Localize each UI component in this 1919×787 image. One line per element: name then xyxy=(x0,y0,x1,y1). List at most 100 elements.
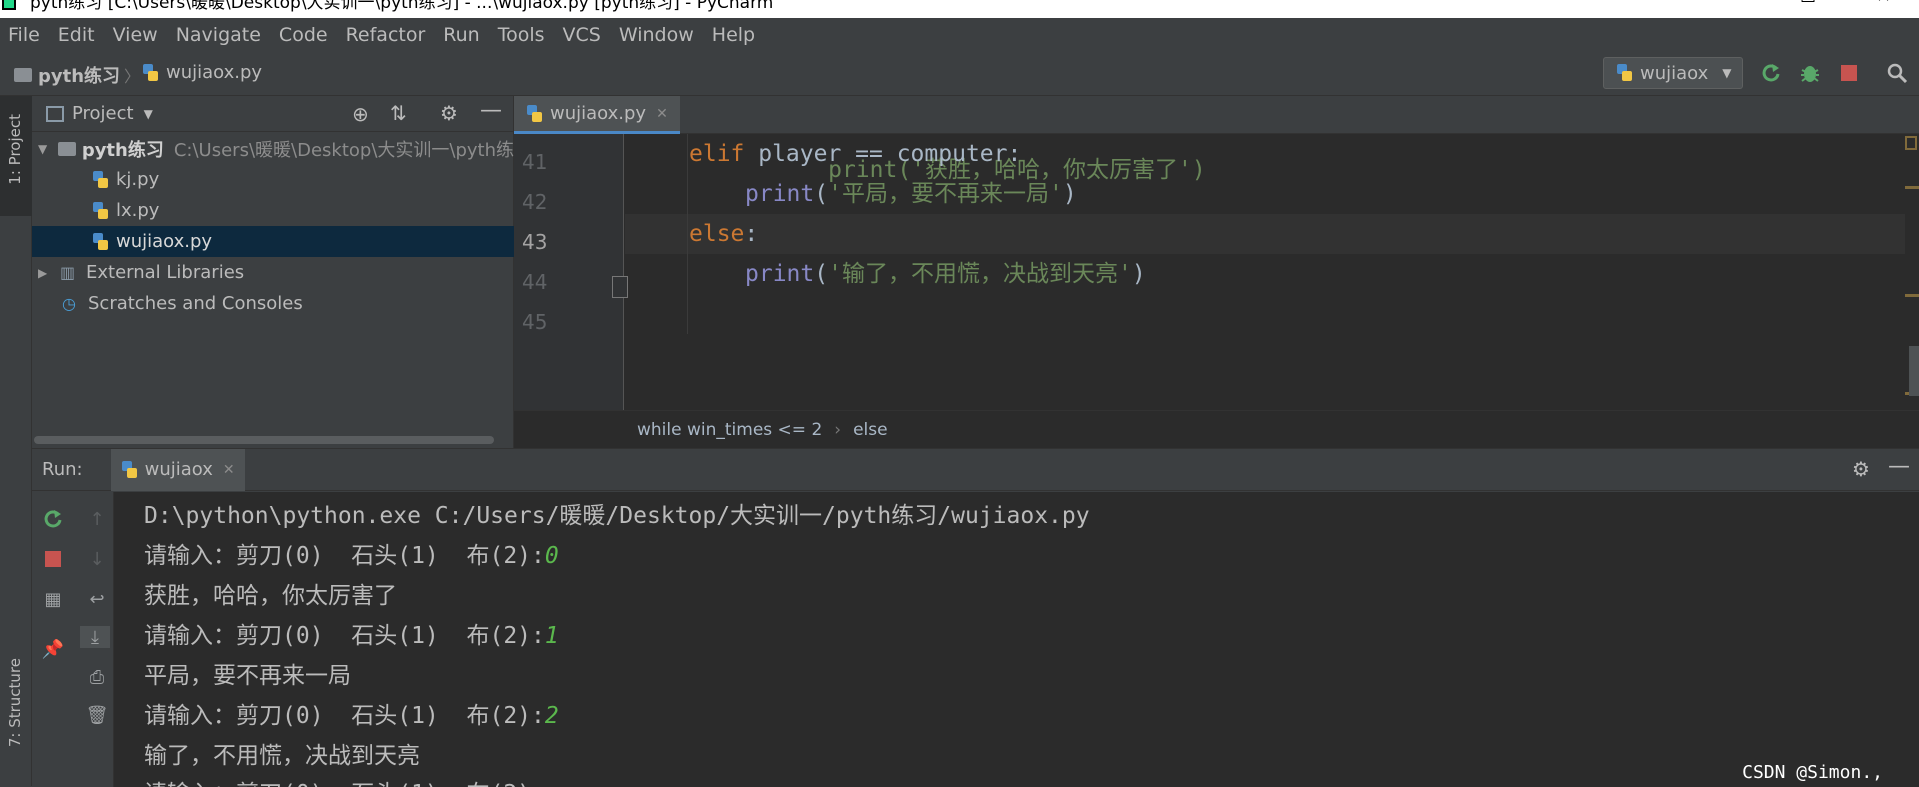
code-paren: ( xyxy=(814,261,829,287)
hide-icon[interactable]: — xyxy=(480,98,502,123)
code-builtin: print xyxy=(745,181,815,207)
breadcrumb-else[interactable]: else xyxy=(853,420,888,440)
expand-arrow-icon[interactable]: ▼ xyxy=(38,142,52,156)
code-string: '输了，不用慌，决战到天亮' xyxy=(828,261,1132,287)
rerun-icon[interactable] xyxy=(42,508,64,530)
run-config-select[interactable]: wujiaox ▼ xyxy=(1603,57,1743,89)
library-icon: ▥ xyxy=(60,263,76,282)
collapse-all-icon[interactable]: ⇅ xyxy=(390,101,407,125)
hide-icon[interactable]: — xyxy=(1888,454,1910,479)
console-partial-line: 请输入：剪刀(0) 石头(1) 布(2): xyxy=(144,774,545,787)
horizontal-scrollbar[interactable] xyxy=(34,436,494,444)
menu-window[interactable]: Window xyxy=(619,24,694,46)
run-panel-header: Run: wujiaox ✕ ⚙ — xyxy=(32,448,1919,491)
tree-external-label: External Libraries xyxy=(86,262,245,283)
layout-icon[interactable]: ▦ xyxy=(42,588,64,610)
editor-tabs: wujiaox.py ✕ xyxy=(514,96,1919,134)
run-config-label: wujiaox xyxy=(1640,62,1709,84)
console-prompt: 请输入：剪刀(0) 石头(1) 布(2): xyxy=(144,543,545,569)
print-icon[interactable]: ⎙ xyxy=(86,666,108,688)
close-tab-icon[interactable]: ✕ xyxy=(656,106,668,122)
breadcrumb-while[interactable]: while win_times <= 2 xyxy=(637,420,822,440)
tree-file-label: kj.py xyxy=(116,169,160,190)
folder-icon xyxy=(57,141,76,156)
line-number: 41 xyxy=(522,150,548,174)
pin-icon[interactable]: 📌 xyxy=(42,638,64,660)
pycharm-app-icon xyxy=(2,0,16,10)
locate-icon[interactable]: ⊕ xyxy=(352,102,369,126)
soft-wrap-icon[interactable]: ↩ xyxy=(86,588,108,610)
editor-tab-wujiaox[interactable]: wujiaox.py ✕ xyxy=(514,96,680,134)
rerun-icon[interactable] xyxy=(1760,62,1782,84)
gear-icon[interactable]: ⚙ xyxy=(440,101,458,125)
line-number: 42 xyxy=(522,190,548,214)
run-tab-wujiaox[interactable]: wujiaox ✕ xyxy=(110,448,245,491)
breadcrumb-project[interactable]: pyth练习 xyxy=(14,62,120,88)
console-prompt-line: 请输入：剪刀(0) 石头(1) 布(2):1 xyxy=(144,616,559,650)
console-prompt: 请输入：剪刀(0) 石头(1) 布(2): xyxy=(144,623,545,649)
menu-vcs[interactable]: VCS xyxy=(563,24,601,46)
menu-file[interactable]: File xyxy=(8,24,40,46)
python-icon xyxy=(1616,64,1634,82)
menu-code[interactable]: Code xyxy=(279,24,328,46)
tree-file-lx[interactable]: lx.py xyxy=(32,195,514,226)
python-file-icon xyxy=(92,201,110,220)
tab-project[interactable]: 1: Project xyxy=(6,114,24,185)
error-stripe-icon[interactable] xyxy=(1905,136,1917,150)
line-number: 44 xyxy=(522,270,548,294)
code-paren: ) xyxy=(1062,181,1077,207)
close-icon[interactable]: ✕ xyxy=(1876,0,1891,6)
project-view-icon xyxy=(46,105,64,122)
close-tab-icon[interactable]: ✕ xyxy=(223,462,235,478)
console-input: 0 xyxy=(544,543,559,569)
tree-scratches[interactable]: ◷ Scratches and Consoles xyxy=(32,288,514,319)
indent-guide xyxy=(687,134,688,334)
menu-run[interactable]: Run xyxy=(443,24,479,46)
down-arrow-icon[interactable]: ↓ xyxy=(86,548,108,570)
tree-file-label: wujiaox.py xyxy=(116,231,213,252)
project-panel-title[interactable]: Project xyxy=(72,103,134,124)
python-icon xyxy=(121,460,139,479)
stop-icon[interactable] xyxy=(1838,62,1860,84)
expand-arrow-icon[interactable]: ▶ xyxy=(38,266,52,280)
tree-file-kj[interactable]: kj.py xyxy=(32,164,514,195)
search-icon[interactable] xyxy=(1886,62,1908,84)
chevron-down-icon: ▼ xyxy=(1722,66,1732,80)
menu-tools[interactable]: Tools xyxy=(498,24,545,46)
console-output[interactable]: D:\python\python.exe C:/Users/暖暖/Desktop… xyxy=(114,492,1919,787)
scroll-to-end-icon[interactable]: ⤓ xyxy=(80,626,110,648)
menu-help[interactable]: Help xyxy=(712,24,755,46)
python-file-icon xyxy=(142,63,160,82)
editor-breadcrumb: while win_times <= 2 › else xyxy=(514,410,1919,448)
error-stripe-marker[interactable] xyxy=(1905,294,1919,297)
menu-refactor[interactable]: Refactor xyxy=(346,24,426,46)
breadcrumb-file[interactable]: wujiaox.py xyxy=(142,62,262,83)
console-prompt: 请输入：剪刀(0) 石头(1) 布(2): xyxy=(144,703,545,729)
stop-icon[interactable] xyxy=(42,548,64,570)
editor-area: wujiaox.py ✕ 41 42 43 44 45 print('获胜，哈哈… xyxy=(514,96,1919,448)
menu-navigate[interactable]: Navigate xyxy=(176,24,261,46)
chevron-down-icon[interactable]: ▼ xyxy=(144,107,153,121)
tree-scratches-label: Scratches and Consoles xyxy=(88,293,303,314)
code-editor[interactable]: print('获胜，哈哈，你太厉害了') elif player == comp… xyxy=(625,134,1905,410)
trash-icon[interactable]: 🗑 xyxy=(86,704,109,726)
tree-root[interactable]: ▼ pyth练习 C:\Users\暖暖\Desktop\大实训一\pyth练 xyxy=(32,133,514,164)
window-title: pyth练习 [C:\Users\暖暖\Desktop\大实训一\pyth练习]… xyxy=(30,0,774,13)
up-arrow-icon[interactable]: ↑ xyxy=(86,508,108,530)
run-panel: Run: wujiaox ✕ ⚙ — ▦ 📌 ↑ ↓ ↩ ⤓ ⎙ 🗑 D:\py… xyxy=(32,448,1919,787)
error-stripe-marker[interactable] xyxy=(1905,186,1919,189)
breadcrumb-file-label: wujiaox.py xyxy=(166,62,263,83)
tree-root-path: C:\Users\暖暖\Desktop\大实训一\pyth练 xyxy=(173,139,514,161)
tree-external-libraries[interactable]: ▶ ▥ External Libraries xyxy=(32,257,514,288)
debug-icon[interactable] xyxy=(1799,62,1821,84)
menu-edit[interactable]: Edit xyxy=(58,24,95,46)
menu-view[interactable]: View xyxy=(113,24,158,46)
minimize-icon[interactable]: — xyxy=(1736,0,1754,6)
tree-file-wujiaox[interactable]: wujiaox.py xyxy=(32,226,514,257)
vertical-scrollbar[interactable] xyxy=(1909,346,1919,396)
console-output-line: 获胜，哈哈，你太厉害了 xyxy=(144,583,397,609)
gear-icon[interactable]: ⚙ xyxy=(1852,457,1870,481)
tab-structure[interactable]: 7: Structure xyxy=(6,658,24,747)
maximize-icon[interactable]: ☐ xyxy=(1800,0,1816,6)
